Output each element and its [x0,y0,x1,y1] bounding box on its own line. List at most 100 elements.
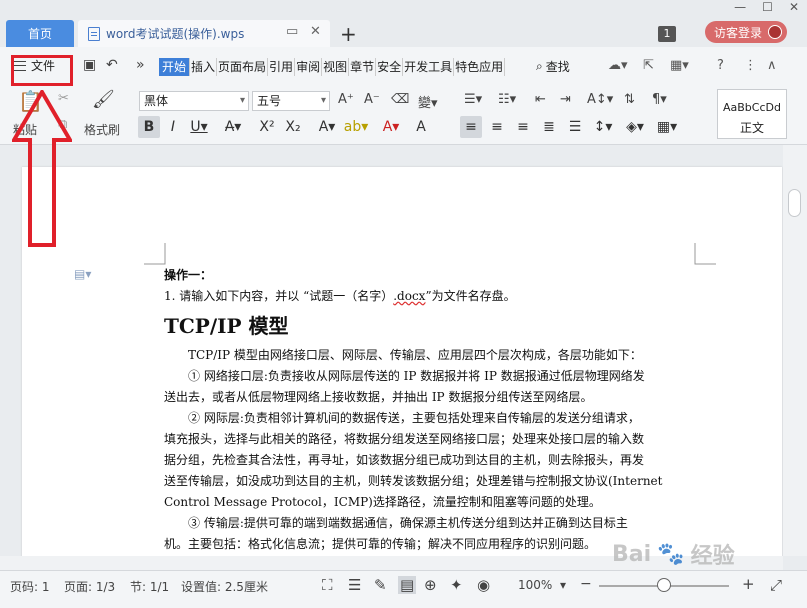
style-normal[interactable]: AaBbCcDd 正文 [717,89,787,139]
strikethrough-button[interactable]: A̶▾ [222,116,244,138]
tab-home[interactable]: 首页 [6,20,74,47]
align-right-button[interactable]: ≡ [512,116,534,138]
format-painter-icon[interactable]: 🖌 [92,89,115,110]
tab-references[interactable]: 引用 [268,58,296,76]
zoom-dropdown-icon[interactable]: ▾ [560,578,566,592]
new-tab-button[interactable]: + [340,22,357,46]
text-effect-button[interactable]: A▾ [316,116,338,138]
underline-button[interactable]: U▾ [188,116,210,138]
clear-format-icon[interactable]: ⌫ [391,92,409,107]
read-mode-icon[interactable]: ✦ [450,576,463,594]
justify-button[interactable]: ≣ [538,116,560,138]
fullscreen-icon[interactable]: ⤢ [770,576,782,594]
status-setting[interactable]: 设置值: 2.5厘米 [181,578,268,595]
scroll-thumb[interactable] [788,189,801,217]
superscript-button[interactable]: X² [256,116,278,138]
visitor-login-button[interactable]: 访客登录 [705,21,787,43]
pin-icon[interactable]: ▭ [286,24,298,39]
zoom-slider-knob[interactable] [657,578,671,592]
more-chevron-icon[interactable]: » [136,57,145,73]
document-text[interactable]: 操作一： 1. 请输入如下内容，并以 “试题一（名字）.docx”为文件名存盘。… [164,265,694,555]
fit-page-icon[interactable]: ⛶ [322,576,333,594]
vertical-scrollbar[interactable] [783,145,807,556]
increase-indent-icon[interactable]: ⇥ [560,92,571,107]
tab-view[interactable]: 视图 [322,58,350,76]
status-bar: 页码: 1 页面: 1/3 节: 1/1 设置值: 2.5厘米 ⛶ ☰ ✎ ▤ … [0,570,807,608]
format-painter-label[interactable]: 格式刷 [84,121,120,138]
outline-icon[interactable]: ☰ [348,576,361,594]
zoom-in-button[interactable]: + [742,575,755,593]
save-icon[interactable]: ▣ [83,57,96,73]
bold-button[interactable]: B [138,116,160,138]
font-size-select[interactable]: 五号 [252,91,330,111]
watermark-text-2: 经验 [690,544,735,569]
line-spacing-button[interactable]: ↕▾ [592,116,614,138]
font-name-select[interactable]: 黑体 [139,91,249,111]
status-section[interactable]: 节: 1/1 [130,578,169,595]
borders-button[interactable]: ▦▾ [656,116,678,138]
italic-button[interactable]: I [162,116,184,138]
char-border-button[interactable]: A [410,116,432,138]
subscript-button[interactable]: X₂ [282,116,304,138]
doc-line-2: ① 网络接口层:负责接收从网际层传送的 IP 数据报并将 IP 数据报通过低层物… [188,369,645,383]
tab-page-layout[interactable]: 页面布局 [217,58,269,76]
doc-line-4: ② 网际层:负责相邻计算机间的数据传送，主要包括处理来自传输层的发送分组请求， [188,411,640,425]
web-view-icon[interactable]: ⊕ [424,576,437,594]
doc-line-6: 据分组，先检查其合法性，再寻址，如该数据分组已成功到达目的主机，则去除报头，再发 [164,453,645,467]
tab-insert[interactable]: 插入 [190,58,218,76]
shading-button[interactable]: ◈▾ [624,116,646,138]
close-icon[interactable]: ✕ [310,24,321,39]
title-bar: 首页 word考试试题(操作).wps ▭ ✕ + — ☐ ✕ 1 访客登录 [0,0,807,47]
zoom-out-button[interactable]: − [580,576,592,592]
decrease-font-icon[interactable]: A⁻ [364,92,380,107]
doc-line-7: 送至传输层，如没成功到达目的主机，则转发该数据分组；处理差错与控制报文协议(In… [164,474,663,488]
undo-icon[interactable]: ↶ [106,57,118,73]
ribbon-menu: 文件 ▣ ↶ » 开始 插入 页面布局 引用 审阅 视图 章节 安全 开发工具 … [0,47,807,85]
distribute-button[interactable]: ☰ [564,116,586,138]
tab-start[interactable]: 开始 [159,58,191,76]
more-vertical-icon[interactable]: ⋮ [744,58,757,73]
tab-chapter[interactable]: 章节 [349,58,377,76]
calendar-icon[interactable]: ▦▾ [670,58,689,73]
edit-mode-icon[interactable]: ✎ [374,576,387,594]
cloud-icon[interactable]: ☁▾ [608,58,628,73]
search-command[interactable]: ⌕ 查找 [536,58,570,75]
document-area[interactable]: ▤▾ 操作一： 1. 请输入如下内容，并以 “试题一（名字）.docx”为文件名… [0,145,783,556]
login-label: 访客登录 [714,25,763,40]
paragraph-menu-icon[interactable]: ▤▾ [74,267,91,281]
show-marks-icon[interactable]: ¶▾ [652,92,667,107]
decrease-indent-icon[interactable]: ⇤ [535,92,546,107]
operation-title: 操作一： [164,268,213,282]
align-left-button[interactable]: ≡ [460,116,482,138]
maximize-icon[interactable]: ☐ [762,0,773,14]
help-icon[interactable]: ? [717,58,724,73]
highlight-button[interactable]: ab▾ [344,116,369,138]
tab-document[interactable]: word考试试题(操作).wps ▭ ✕ [78,20,330,47]
doc-line-1: TCP/IP 模型由网络接口层、网际层、传输层、应用层四个层次构成，各层功能如下… [188,348,642,362]
status-pages[interactable]: 页面: 1/3 [64,578,115,595]
page-view-icon[interactable]: ▤ [398,576,417,594]
text-direction-icon[interactable]: A↕▾ [587,92,613,107]
align-center-button[interactable]: ≡ [486,116,508,138]
zoom-level[interactable]: 100% [518,578,552,592]
eye-protect-icon[interactable]: ◉ [477,576,490,594]
increase-font-icon[interactable]: A⁺ [338,92,354,107]
document-page[interactable]: ▤▾ 操作一： 1. 请输入如下内容，并以 “试题一（名字）.docx”为文件名… [22,167,782,556]
tab-security[interactable]: 安全 [376,58,404,76]
sort-icon[interactable]: ⇅ [624,92,635,107]
numbered-list-icon[interactable]: ☷▾ [498,92,516,107]
minimize-icon[interactable]: — [734,0,746,14]
collapse-ribbon-icon[interactable]: ∧ [767,58,777,73]
tab-developer[interactable]: 开发工具 [403,58,455,76]
tab-review[interactable]: 审阅 [295,58,323,76]
phonetic-icon[interactable]: 變▾ [418,92,438,111]
share-icon[interactable]: ⇱ [643,58,654,73]
bullet-list-icon[interactable]: ☰▾ [464,92,482,107]
menu-tabs: 开始 插入 页面布局 引用 审阅 视图 章节 安全 开发工具 特色应用 [159,58,506,76]
tab-features[interactable]: 特色应用 [454,58,506,76]
window-close-icon[interactable]: ✕ [789,0,799,14]
status-page-number[interactable]: 页码: 1 [10,578,50,595]
doc-line-9: ③ 传输层:提供可靠的端到端数据通信，确保源主机传送分组到达并正确到达目标主 [188,516,628,530]
window-count-badge[interactable]: 1 [658,26,676,42]
font-color-button[interactable]: A▾ [380,116,402,138]
